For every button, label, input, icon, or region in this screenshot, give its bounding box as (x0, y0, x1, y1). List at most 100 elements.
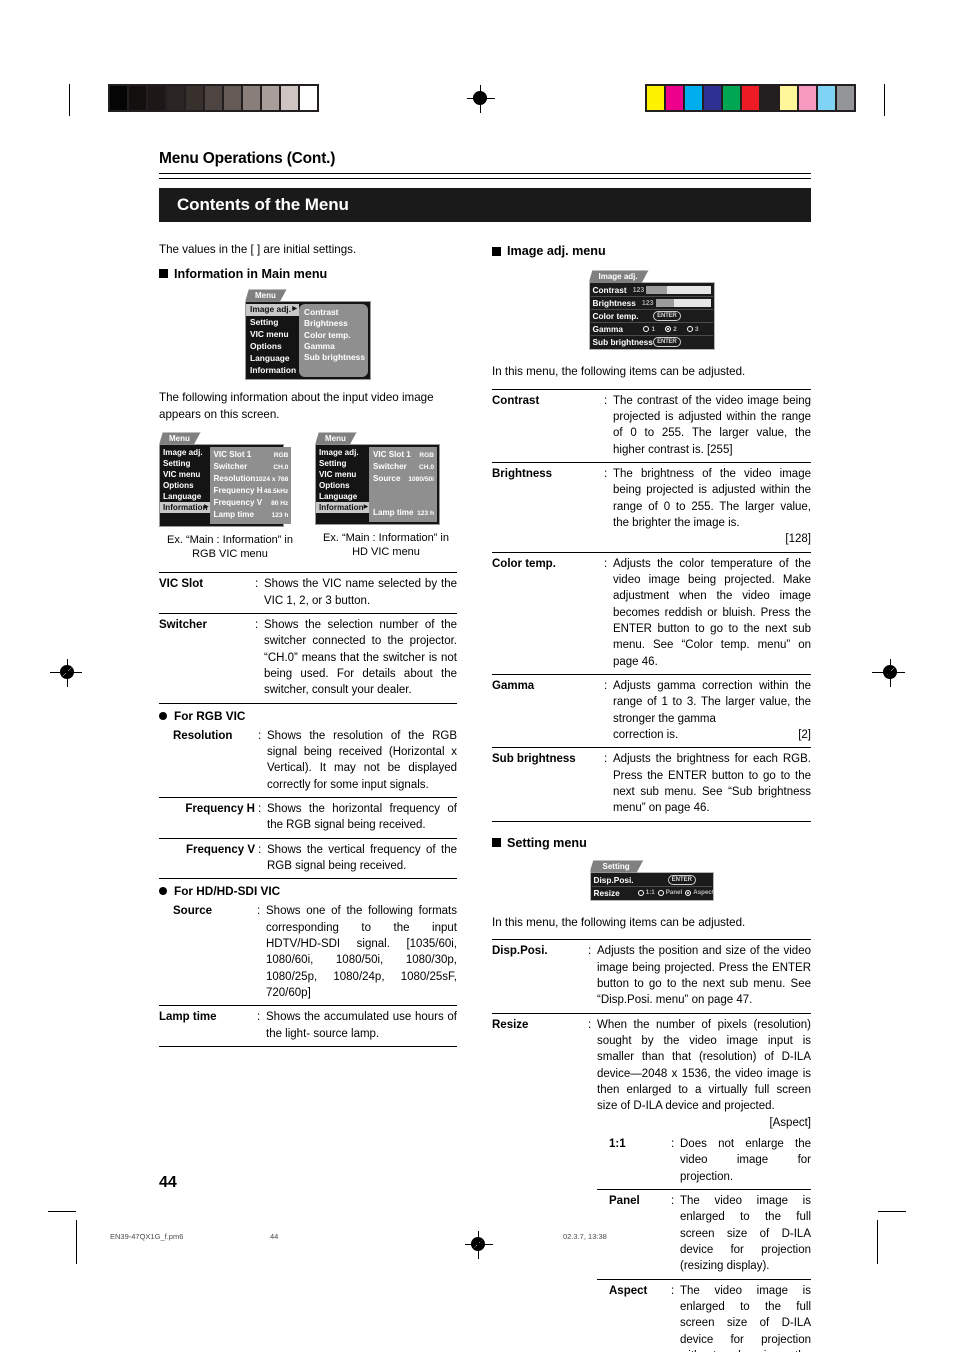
osd-row-value: 123 (641, 299, 654, 307)
osd-row-sub-brightness[interactable]: Sub brightness ENTER (591, 336, 713, 348)
radio-label: 1 (651, 325, 656, 333)
figure-caption-rgb: Ex. “Main : Information” in RGB VIC menu (159, 533, 301, 563)
osd-menu-item-vic-menu[interactable]: VIC menu (160, 469, 210, 480)
gamma-option-3[interactable]: 3 (686, 326, 699, 333)
table-row: Lamp time : Shows the accumulated use ho… (159, 1005, 457, 1047)
definition-colon: : (588, 939, 597, 1014)
definition-term: Disp.Posi. (492, 939, 588, 1014)
definition-term: Frequency H (159, 797, 258, 839)
osd-menu-list: Image adj. Setting VIC menu Options Lang… (316, 445, 369, 524)
definition-line: 1080/25p, 1080/24p, 1080/25sF, 720/60p] (266, 970, 457, 999)
osd-menu-item-options[interactable]: Options (316, 480, 369, 491)
osd-menu-item-language[interactable]: Language (246, 353, 299, 365)
table-row: Gamma : Adjusts gamma correction within … (492, 674, 811, 749)
gamma-option-2[interactable]: 2 (665, 326, 677, 333)
osd-submenu-item-gamma[interactable]: Gamma (304, 341, 365, 352)
gamma-radio-group[interactable]: 1 2 3 (643, 326, 699, 333)
definition-term: VIC Slot (159, 572, 255, 614)
osd-setting-menu: Setting Disp.Posi. ENTER Resize 1:1 Pane… (589, 860, 714, 901)
osd-info-key: Frequency V (213, 497, 263, 507)
footer-timestamp: 02.3.7, 13:38 (563, 1232, 607, 1241)
osd-row-resize[interactable]: Resize 1:1 Panel Aspect (592, 887, 714, 899)
resize-option-panel[interactable]: Panel (657, 889, 682, 896)
osd-menu-item-information[interactable]: Information (246, 365, 299, 377)
osd-submenu-item-brightness[interactable]: Brightness (304, 318, 365, 329)
osd-info-panel: VIC Slot 1 RGB Switcher CH.0 Source 1080… (369, 446, 437, 522)
bullet-heading-label: For HD/HD-SDI VIC (174, 884, 281, 899)
gamma-option-1[interactable]: 1 (643, 326, 655, 333)
definition-description: Shows the accumulated use hours of the l… (266, 1005, 457, 1047)
table-row: Panel : The video image is enlarged to t… (597, 1189, 811, 1280)
osd-tab: Menu (315, 432, 440, 444)
osd-tab-label: Setting (590, 860, 644, 873)
calibration-patch (780, 86, 797, 110)
resize-option-aspect[interactable]: Aspect (685, 889, 714, 896)
definition-description: Adjusts gamma correction within the rang… (613, 674, 811, 749)
radio-label: 2 (673, 325, 677, 333)
definition-table-image-adj: Contrast : The contrast of the video ima… (492, 388, 811, 822)
osd-menu-item-image-adj[interactable]: Image adj. (246, 303, 300, 316)
crop-mark-bottom-left-h (48, 1211, 76, 1212)
osd-submenu-item-sub-brightness[interactable]: Sub brightness (304, 352, 365, 363)
enter-button[interactable]: ENTER (667, 874, 696, 885)
osd-menu-item-vic-menu[interactable]: VIC menu (316, 469, 369, 480)
osd-menu-item-language[interactable]: Language (160, 491, 210, 502)
definition-description: When the number of pixels (resolution) s… (597, 1013, 811, 1352)
heading-label: Information in Main menu (174, 266, 328, 281)
definition-line: Adjusts the brightness for each RGB. (613, 753, 811, 766)
enter-button[interactable]: ENTER (653, 337, 681, 347)
page-number: 44 (159, 1174, 177, 1191)
figure-caption-hd: Ex. “Main : Information” in HD VIC menu (315, 531, 457, 561)
osd-row-color-temp[interactable]: Color temp. ENTER (590, 310, 713, 323)
definition-description: Adjusts the brightness for each RGB. Pre… (613, 747, 811, 822)
osd-menu-item-information[interactable]: Information (316, 501, 369, 513)
right-column: Image adj. menu Image adj. Contrast 123 (485, 242, 811, 1352)
crop-mark-bottom-right-h (878, 1211, 906, 1212)
intro-setting: In this menu, the following items can be… (492, 915, 746, 929)
osd-menu-item-setting[interactable]: Setting (246, 316, 299, 328)
osd-menu-item-language[interactable]: Language (316, 491, 369, 502)
bullet-heading-for-hd-vic: For HD/HD-SDI VIC (159, 884, 457, 898)
osd-menu-item-setting[interactable]: Setting (316, 458, 369, 469)
information-examples: Menu Image adj. Setting VIC menu Options… (159, 432, 457, 563)
osd-submenu-item-contrast[interactable]: Contrast (304, 307, 365, 318)
contrast-slider[interactable] (646, 286, 711, 294)
brightness-slider[interactable] (655, 299, 711, 307)
osd-menu-item-information[interactable]: Information (160, 501, 210, 513)
osd-submenu-item-color-temp[interactable]: Color temp. (304, 330, 365, 341)
crop-mark-top-left-v (69, 84, 70, 116)
caption-line: HD VIC menu (352, 546, 420, 559)
osd-row-brightness[interactable]: Brightness 123 (590, 297, 713, 310)
definition-term: Color temp. (492, 552, 604, 676)
definition-description: Adjusts the position and size of the vid… (597, 939, 811, 1014)
definition-term: Lamp time (159, 1005, 257, 1047)
osd-body: Image adj. Setting VIC menu Options Lang… (315, 443, 440, 525)
osd-menu-item-image-adj[interactable]: Image adj. (160, 447, 210, 458)
resize-radio-group[interactable]: 1:1 Panel Aspect (637, 889, 714, 896)
osd-menu-item-options[interactable]: Options (246, 340, 299, 352)
resize-option-1to1[interactable]: 1:1 (637, 889, 655, 896)
definition-description: The brightness of the video image being … (613, 462, 811, 553)
osd-row-contrast[interactable]: Contrast 123 (590, 284, 713, 297)
osd-body: Contrast 123 Brightness 123 Color temp. … (588, 282, 715, 350)
osd-row-disp-posi[interactable]: Disp.Posi. ENTER (591, 874, 712, 887)
definition-term: Brightness (492, 462, 604, 553)
osd-info-key: VIC Slot 1 (373, 449, 411, 459)
osd-tab-label: Menu (315, 432, 357, 445)
osd-info-row: Lamp time 123 h (214, 509, 289, 521)
osd-menu-item-options[interactable]: Options (160, 480, 210, 491)
definition-term: Frequency V (159, 838, 258, 880)
osd-row-label: Color temp. (592, 311, 639, 321)
osd-info-row: Switcher CH.0 (373, 461, 434, 473)
osd-menu-item-image-adj[interactable]: Image adj. (316, 447, 369, 458)
table-row: Contrast : The contrast of the video ima… (492, 388, 811, 464)
round-bullet-icon (159, 711, 167, 720)
osd-menu-item-vic-menu[interactable]: VIC menu (246, 328, 299, 340)
osd-body: Image adj. Setting VIC menu Options Lang… (159, 443, 292, 527)
osd-menu-item-setting[interactable]: Setting (160, 458, 210, 469)
enter-button[interactable]: ENTER (653, 311, 681, 321)
definition-table-setting: Disp.Posi. : Adjusts the position and si… (492, 939, 811, 1352)
osd-row-gamma[interactable]: Gamma 1 2 3 (590, 323, 713, 336)
osd-info-row: Frequency H 48.5kHz (214, 485, 289, 497)
intro-image-adj: In this menu, the following items can be… (492, 365, 746, 378)
